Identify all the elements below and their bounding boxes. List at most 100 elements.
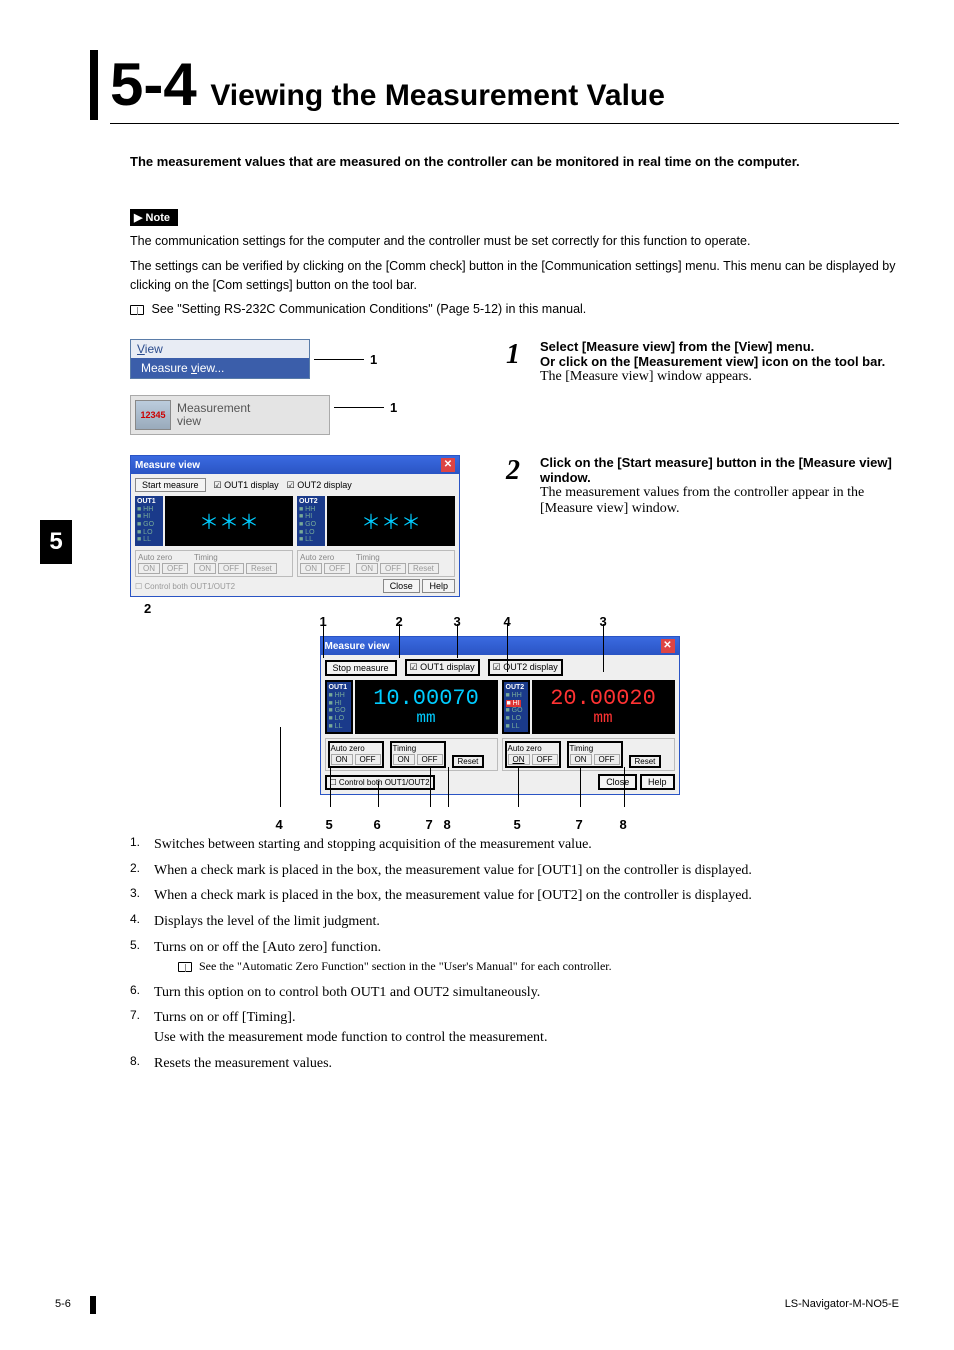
callout-bot-7b: 7 bbox=[576, 817, 583, 832]
callout-1b: 1 bbox=[390, 400, 397, 415]
callout-bot-7a: 7 bbox=[426, 817, 433, 832]
timing2-off-button[interactable]: OFF bbox=[380, 563, 406, 574]
book-icon bbox=[130, 305, 144, 315]
timing2-off-button[interactable]: OFF bbox=[594, 754, 620, 765]
auto-zero-label: Auto zero bbox=[331, 744, 381, 753]
callout-bot-5b: 5 bbox=[514, 817, 521, 832]
note-line-1: The communication settings for the compu… bbox=[130, 232, 899, 251]
note-badge: ▶ Note bbox=[130, 209, 178, 226]
timing-label: Timing bbox=[194, 553, 277, 562]
out2-display-checkbox[interactable]: ☑ OUT2 display bbox=[488, 659, 563, 676]
section-bar bbox=[90, 50, 98, 120]
step-number-1: 1 bbox=[490, 339, 520, 371]
autozero-on-button[interactable]: ON bbox=[138, 563, 160, 574]
step1-regular: The [Measure view] window appears. bbox=[540, 369, 899, 385]
chapter-tab: 5 bbox=[40, 520, 72, 564]
help-button[interactable]: Help bbox=[422, 579, 455, 593]
step2-bold: Click on the [Start measure] button in t… bbox=[540, 455, 899, 485]
view-menu-mock: View Measure view... bbox=[130, 339, 310, 379]
autozero-on-button[interactable]: ON bbox=[331, 754, 353, 765]
page-number: 5-6 bbox=[55, 1298, 71, 1310]
intro-text: The measurement values that are measured… bbox=[130, 154, 899, 169]
out1-display-checkbox[interactable]: ☑ OUT1 display bbox=[214, 480, 279, 491]
out1-levels: OUT1 ■ HH■ HI■ GO■ LO■ LL bbox=[325, 680, 353, 734]
autozero2-off-button[interactable]: OFF bbox=[532, 754, 558, 765]
stop-measure-button[interactable]: Stop measure bbox=[325, 660, 397, 676]
out2-display: ＊＊＊ bbox=[327, 496, 455, 546]
legend-8: Resets the measurement values. bbox=[154, 1054, 899, 1074]
timing-on-button[interactable]: ON bbox=[393, 754, 415, 765]
note-label: Note bbox=[146, 212, 170, 224]
timing-off-button[interactable]: OFF bbox=[218, 563, 244, 574]
autozero2-on-button[interactable]: ON bbox=[508, 754, 530, 765]
control-both-checkbox[interactable]: ☐ Control both OUT1/OUT2 bbox=[325, 775, 435, 790]
out2-levels: OUT2 ■ HH■ HI■ GO■ LO■ LL bbox=[502, 680, 530, 734]
window-title: Measure view bbox=[135, 460, 200, 471]
out1-display-checkbox[interactable]: ☑ OUT1 display bbox=[405, 659, 480, 676]
timing-label: Timing bbox=[393, 744, 443, 753]
out1-display: ＊＊＊ bbox=[165, 496, 293, 546]
toolbar-label: Measurementview bbox=[177, 402, 250, 428]
close-button[interactable]: Close bbox=[598, 774, 637, 790]
legend-2: When a check mark is placed in the box, … bbox=[154, 861, 899, 881]
measure-view-window-initial: Measure view ✕ Start measure ☑ OUT1 disp… bbox=[130, 455, 460, 597]
menu-item-measure-view[interactable]: Measure view... bbox=[131, 358, 309, 378]
callout-2: 2 bbox=[144, 601, 470, 616]
callout-bot-5a: 5 bbox=[326, 817, 333, 832]
reset2-button[interactable]: Reset bbox=[408, 563, 439, 574]
note-line-2: The settings can be verified by clicking… bbox=[130, 257, 899, 295]
legend-3: When a check mark is placed in the box, … bbox=[154, 886, 899, 906]
step-number-2: 2 bbox=[490, 455, 520, 487]
heading: 5-4 Viewing the Measurement Value bbox=[110, 50, 899, 124]
timing-on-button[interactable]: ON bbox=[194, 563, 216, 574]
callout-bot-8a: 8 bbox=[444, 817, 451, 832]
step1-bold-1: Select [Measure view] from the [View] me… bbox=[540, 339, 899, 354]
auto-zero-label: Auto zero bbox=[138, 553, 188, 562]
autozero2-on-button[interactable]: ON bbox=[300, 563, 322, 574]
autozero2-off-button[interactable]: OFF bbox=[324, 563, 350, 574]
autozero-off-button[interactable]: OFF bbox=[355, 754, 381, 765]
menu-title[interactable]: View bbox=[131, 340, 309, 358]
reset-button[interactable]: Reset bbox=[246, 563, 277, 574]
out1-display-value: 10.00070 mm bbox=[355, 680, 498, 734]
callout-bot-6: 6 bbox=[374, 817, 381, 832]
out2-display-value: 20.00020 mm bbox=[532, 680, 675, 734]
callout-1a: 1 bbox=[370, 352, 377, 367]
control-both-checkbox[interactable]: ☐ Control both OUT1/OUT2 bbox=[135, 582, 235, 591]
timing2-on-button[interactable]: ON bbox=[356, 563, 378, 574]
toolbar-mock: 12345 Measurementview bbox=[130, 395, 330, 435]
note-ref: See "Setting RS-232C Communication Condi… bbox=[130, 300, 899, 319]
section-title: Viewing the Measurement Value bbox=[210, 79, 665, 113]
step2-regular: The measurement values from the controll… bbox=[540, 485, 899, 517]
legend-5: Turns on or off the [Auto zero] function… bbox=[154, 938, 899, 977]
out1-levels: OUT1 ■ HH■ HI■ GO■ LO■ LL bbox=[135, 496, 163, 546]
legend-1: Switches between starting and stopping a… bbox=[154, 835, 899, 855]
help-button[interactable]: Help bbox=[640, 774, 675, 790]
close-button[interactable]: Close bbox=[383, 579, 420, 593]
close-icon[interactable]: ✕ bbox=[661, 639, 675, 653]
step1-bold-2: Or click on the [Measurement view] icon … bbox=[540, 354, 899, 369]
autozero-off-button[interactable]: OFF bbox=[162, 563, 188, 574]
window-title: Measure view bbox=[325, 641, 390, 652]
section-number: 5-4 bbox=[110, 50, 197, 119]
legend-4: Displays the level of the limit judgment… bbox=[154, 912, 899, 932]
legend-7: Turns on or off [Timing].Use with the me… bbox=[154, 1008, 899, 1047]
out2-display-checkbox[interactable]: ☑ OUT2 display bbox=[287, 480, 352, 491]
legend-list: 1.Switches between starting and stopping… bbox=[130, 835, 899, 1073]
timing-off-button[interactable]: OFF bbox=[417, 754, 443, 765]
measurement-view-icon[interactable]: 12345 bbox=[135, 400, 171, 430]
out2-levels: OUT2 ■ HH■ HI■ GO■ LO■ LL bbox=[297, 496, 325, 546]
leader-line bbox=[314, 359, 364, 360]
detail-figure: 1 2 3 4 3 Measure view ✕ Stop measure ☑ … bbox=[290, 636, 710, 795]
timing2-on-button[interactable]: ON bbox=[570, 754, 592, 765]
note-ref-text: See "Setting RS-232C Communication Condi… bbox=[151, 302, 586, 316]
start-measure-button[interactable]: Start measure bbox=[135, 478, 206, 492]
leader-line bbox=[334, 407, 384, 408]
doc-id: LS-Navigator-M-NO5-E bbox=[785, 1298, 899, 1310]
close-icon[interactable]: ✕ bbox=[441, 458, 455, 472]
note-arrow-icon: ▶ bbox=[134, 212, 142, 224]
book-icon bbox=[178, 962, 192, 972]
reset-button[interactable]: Reset bbox=[452, 755, 485, 768]
callout-bot-8b: 8 bbox=[620, 817, 627, 832]
reset2-button[interactable]: Reset bbox=[629, 755, 662, 768]
